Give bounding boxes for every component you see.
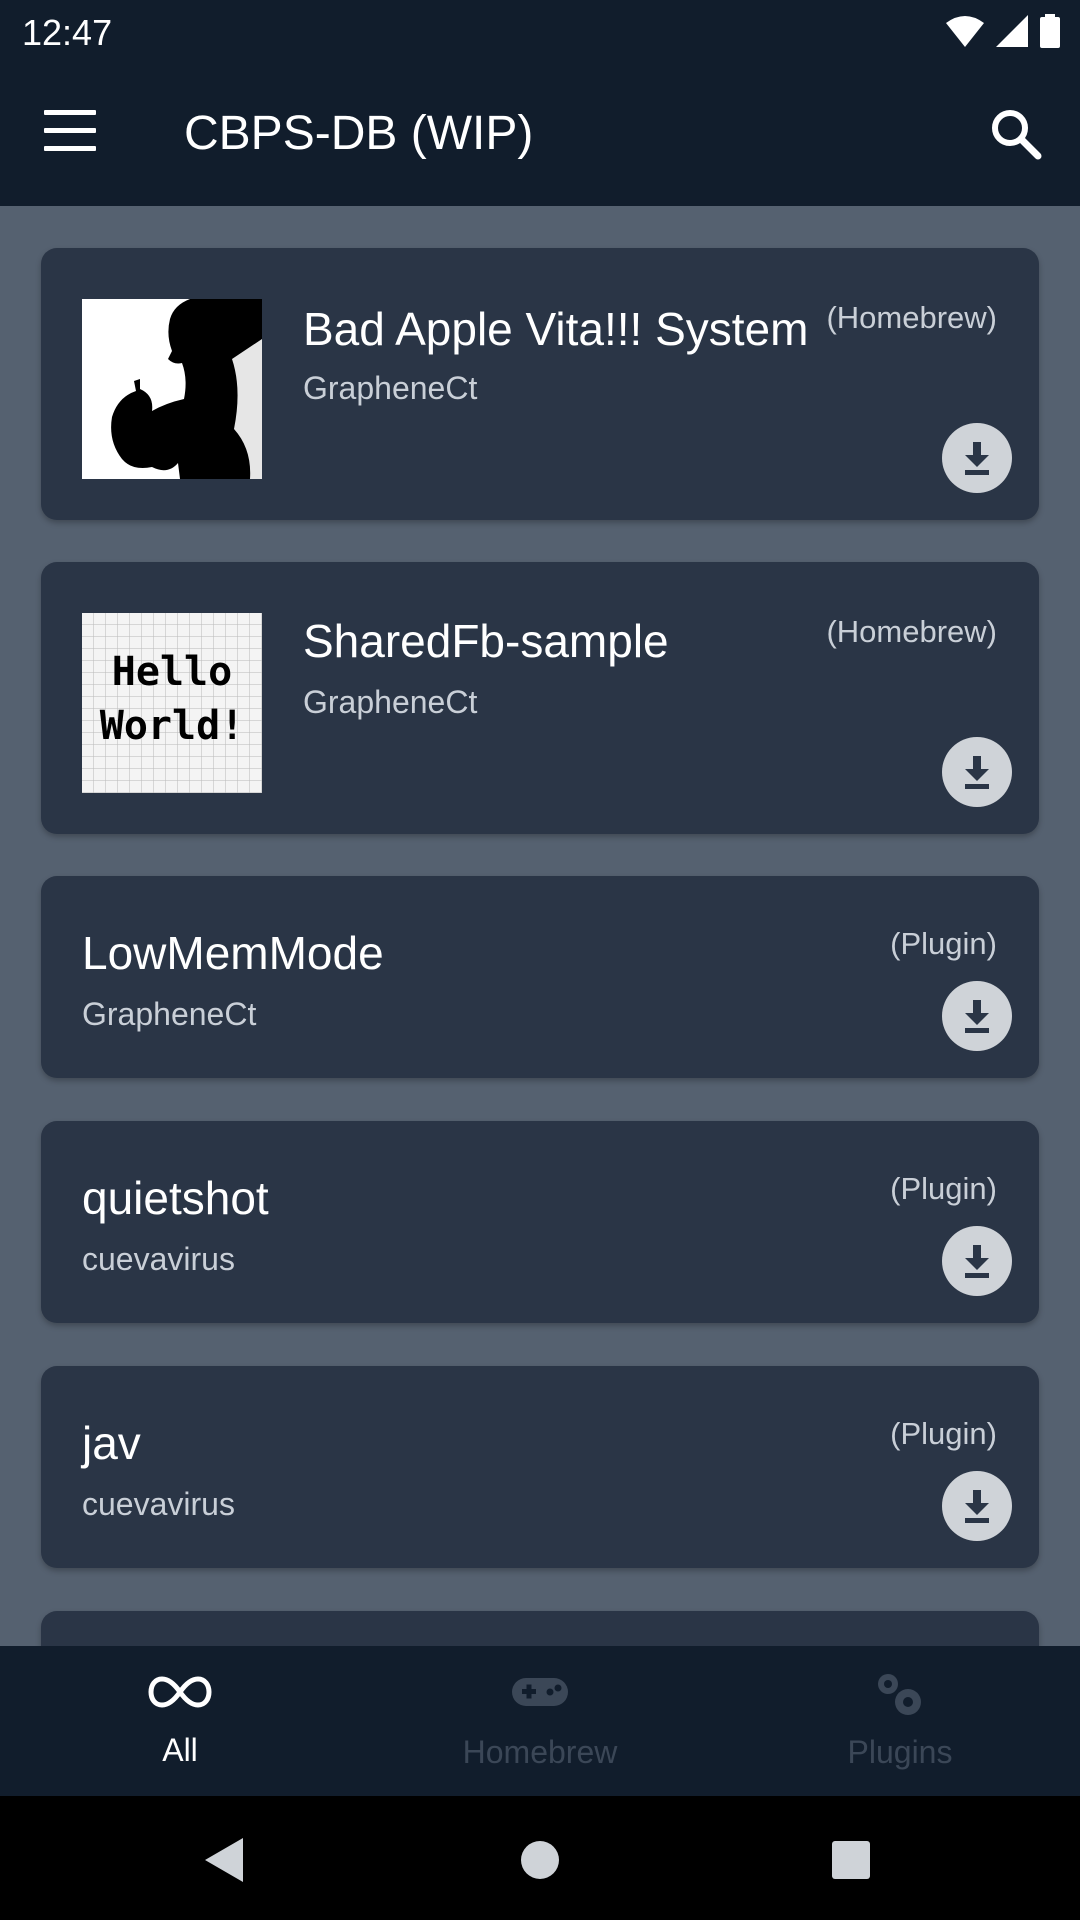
download-icon xyxy=(965,756,989,789)
status-time: 12:47 xyxy=(22,12,113,53)
nav-label-homebrew: Homebrew xyxy=(462,1734,618,1770)
search-icon[interactable] xyxy=(988,106,1044,162)
item-category: (Homebrew) xyxy=(826,614,997,649)
nav-tab-all[interactable]: All xyxy=(0,1646,360,1796)
item-title: LowMemMode xyxy=(82,927,384,979)
svg-text:World!: World! xyxy=(100,703,245,749)
back-icon[interactable] xyxy=(205,1838,245,1882)
nav-label-plugins: Plugins xyxy=(847,1734,953,1770)
item-list: Bad Apple Vita!!! System GrapheneCt (Hom… xyxy=(0,206,1080,1646)
item-author: cuevavirus xyxy=(82,1241,235,1277)
download-icon xyxy=(965,1000,989,1033)
download-icon xyxy=(965,1245,989,1278)
app-bar: CBPS-DB (WIP) xyxy=(0,62,1080,206)
status-bar: 12:47 xyxy=(0,0,1080,62)
battery-icon xyxy=(1040,14,1060,48)
svg-text:Hello: Hello xyxy=(112,649,232,695)
download-button[interactable] xyxy=(942,981,1012,1051)
list-item[interactable]: quietshot cuevavirus (Plugin) xyxy=(41,1121,1039,1323)
nav-label-all: All xyxy=(162,1732,198,1768)
item-title: quietshot xyxy=(82,1172,269,1224)
download-button[interactable] xyxy=(942,423,1012,493)
download-icon xyxy=(965,1490,989,1523)
infinity-icon xyxy=(148,1676,212,1708)
list-item[interactable] xyxy=(41,1611,1039,1646)
system-navigation-bar xyxy=(0,1796,1080,1920)
nav-tab-plugins[interactable]: Plugins xyxy=(720,1646,1080,1796)
status-icons xyxy=(946,14,1060,48)
nav-tab-homebrew[interactable]: Homebrew xyxy=(360,1646,720,1796)
gears-icon xyxy=(878,1674,921,1715)
item-author: cuevavirus xyxy=(82,1486,235,1522)
item-category: (Plugin) xyxy=(890,1416,997,1451)
wifi-icon xyxy=(946,16,984,47)
item-thumbnail xyxy=(82,299,262,479)
list-item[interactable]: jav cuevavirus (Plugin) xyxy=(41,1366,1039,1568)
list-item[interactable]: Hello World! SharedFb-sample GrapheneCt … xyxy=(41,562,1039,834)
home-icon[interactable] xyxy=(521,1841,559,1879)
item-title: SharedFb-sample xyxy=(303,615,669,667)
gamepad-icon xyxy=(512,1678,568,1706)
list-item[interactable]: Bad Apple Vita!!! System GrapheneCt (Hom… xyxy=(41,248,1039,520)
item-thumbnail: Hello World! xyxy=(82,613,262,793)
download-button[interactable] xyxy=(942,737,1012,807)
item-category: (Homebrew) xyxy=(826,300,997,335)
download-button[interactable] xyxy=(942,1226,1012,1296)
download-icon xyxy=(965,442,989,475)
app-title: CBPS-DB (WIP) xyxy=(184,107,534,160)
list-item[interactable]: LowMemMode GrapheneCt (Plugin) xyxy=(41,876,1039,1078)
item-author: GrapheneCt xyxy=(303,370,478,406)
item-author: GrapheneCt xyxy=(303,684,478,720)
item-category: (Plugin) xyxy=(890,1171,997,1206)
item-author: GrapheneCt xyxy=(82,996,257,1032)
hamburger-menu-icon[interactable] xyxy=(44,110,96,156)
download-button[interactable] xyxy=(942,1471,1012,1541)
recents-icon[interactable] xyxy=(832,1841,870,1879)
item-title: jav xyxy=(82,1417,141,1469)
cellular-signal-icon xyxy=(996,15,1028,47)
bottom-navigation: All Homebrew Plugins xyxy=(0,1646,1080,1796)
item-title: Bad Apple Vita!!! System xyxy=(303,303,809,355)
item-category: (Plugin) xyxy=(890,926,997,961)
